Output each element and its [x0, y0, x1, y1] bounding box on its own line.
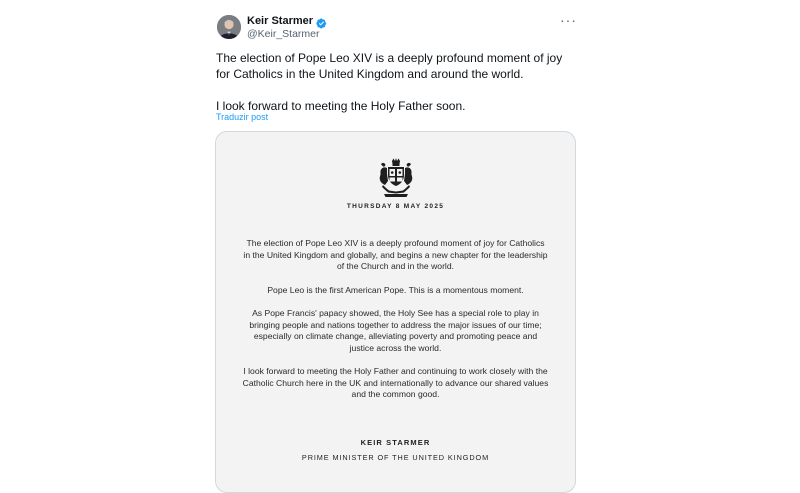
tweet-text: The election of Pope Leo XIV is a deeply…: [216, 50, 576, 114]
verified-badge-icon: [316, 16, 327, 28]
statement-paragraph: I look forward to meeting the Holy Fathe…: [242, 366, 549, 399]
statement-paragraph: Pope Leo is the first American Pope. Thi…: [267, 284, 524, 295]
statement-signature-title: PRIME MINISTER OF THE UNITED KINGDOM: [301, 453, 490, 462]
statement-date: THURSDAY 8 MAY 2025: [346, 203, 445, 210]
statement-paragraph: As Pope Francis' papacy showed, the Holy…: [249, 308, 542, 353]
royal-coat-of-arms-icon: [375, 158, 417, 198]
statement-signature: KEIR STARMER: [360, 438, 431, 447]
more-options-icon[interactable]: ···: [560, 12, 577, 28]
avatar[interactable]: [217, 15, 241, 39]
author-display-name[interactable]: Keir Starmer: [247, 15, 313, 27]
tweet-paragraph: The election of Pope Leo XIV is a deeply…: [216, 51, 563, 81]
author-handle[interactable]: @Keir_Starmer: [247, 28, 320, 40]
profile-photo-icon: [217, 15, 241, 39]
tweet: Keir Starmer @Keir_Starmer ··· The elect…: [200, 0, 600, 493]
translate-post-link[interactable]: Traduzir post: [216, 112, 268, 122]
tweet-paragraph: I look forward to meeting the Holy Fathe…: [216, 99, 466, 113]
author-name-row: Keir Starmer: [247, 15, 327, 28]
statement-paragraph: The election of Pope Leo XIV is a deeply…: [243, 238, 548, 271]
statement-image[interactable]: THURSDAY 8 MAY 2025 The election of Pope…: [215, 131, 576, 493]
statement-body: The election of Pope Leo XIV is a deeply…: [242, 238, 549, 413]
